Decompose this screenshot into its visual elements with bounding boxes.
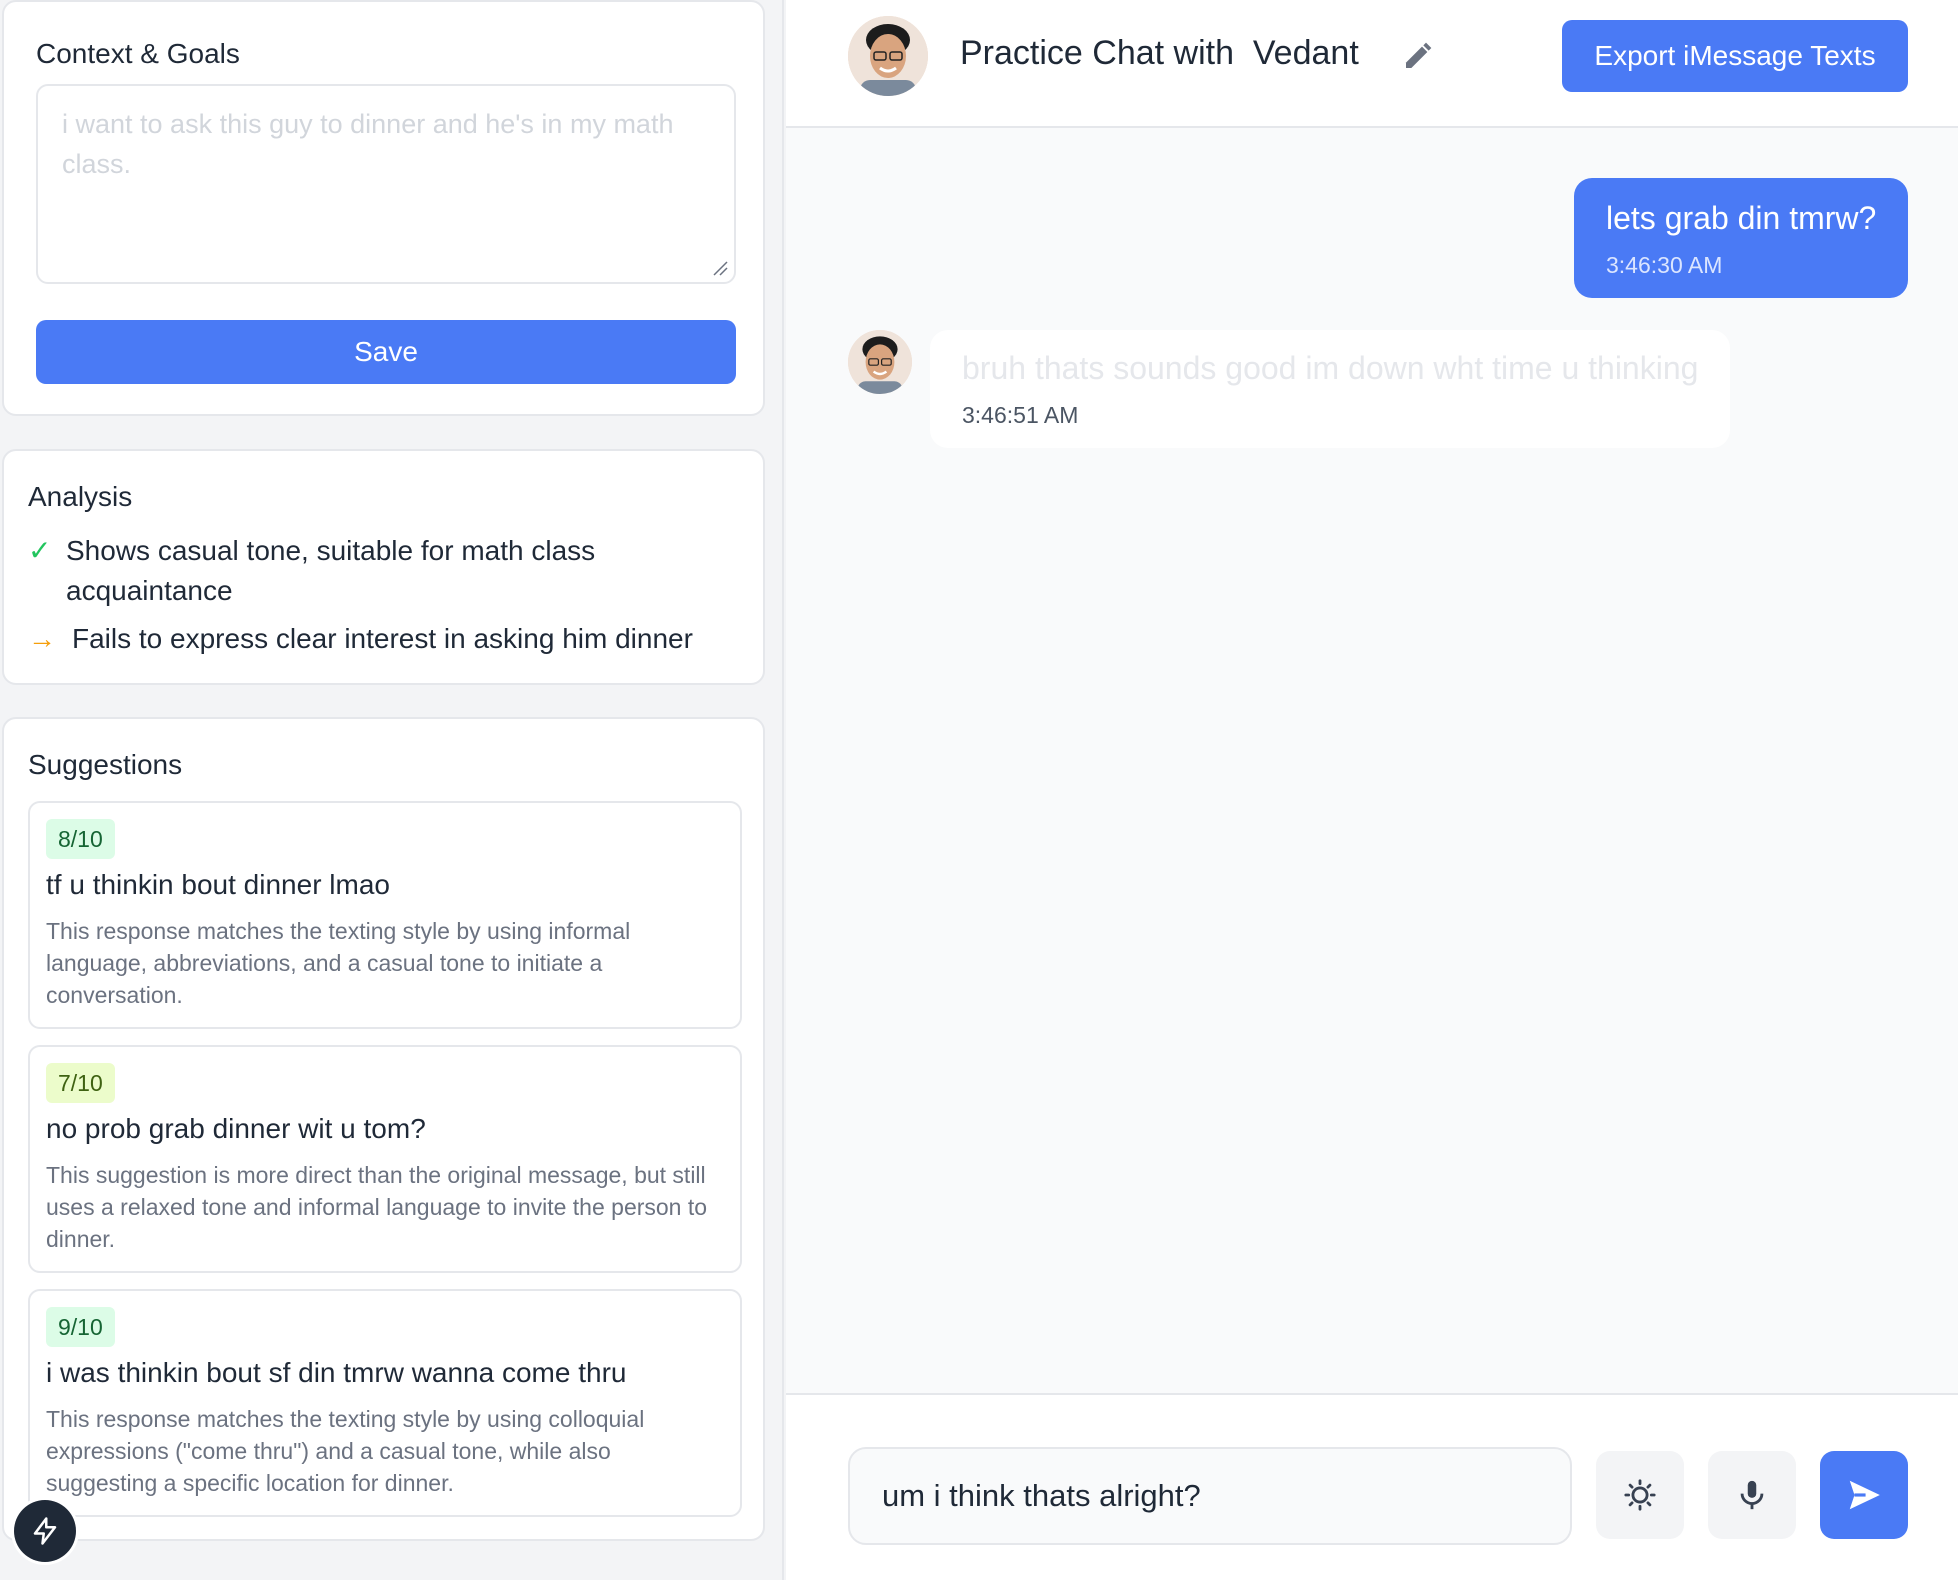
message-input[interactable]: um i think thats alright? xyxy=(848,1447,1572,1545)
suggestion-item[interactable]: 8/10 tf u thinkin bout dinner lmao This … xyxy=(28,801,742,1029)
mic-icon xyxy=(1740,1480,1764,1510)
suggestions-title: Suggestions xyxy=(28,749,183,780)
context-placeholder: i want to ask this guy to dinner and he'… xyxy=(62,109,674,179)
bolt-button[interactable] xyxy=(14,1500,76,1562)
chat-panel: Practice Chat with Vedant Export iMessag… xyxy=(786,0,1958,1580)
arrow-right-icon: → xyxy=(28,623,56,654)
message-text: bruh thats sounds good im down wht time … xyxy=(962,350,1699,386)
analysis-item: → Fails to express clear interest in ask… xyxy=(28,619,748,659)
suggestion-text: i was thinkin bout sf din tmrw wanna com… xyxy=(46,1357,627,1388)
suggestions-card: Suggestions 8/10 tf u thinkin bout dinne… xyxy=(2,717,765,1541)
suggestion-item[interactable]: 9/10 i was thinkin bout sf din tmrw wann… xyxy=(28,1289,742,1517)
bolt-icon xyxy=(33,1517,57,1545)
sun-icon xyxy=(1624,1479,1656,1511)
message-text: lets grab din tmrw? xyxy=(1606,200,1877,236)
suggestion-text: no prob grab dinner wit u tom? xyxy=(46,1113,426,1144)
chat-header: Practice Chat with Vedant Export iMessag… xyxy=(786,0,1958,128)
suggest-button[interactable] xyxy=(1596,1451,1684,1539)
avatar xyxy=(848,330,912,394)
context-goals-title: Context & Goals xyxy=(36,38,240,69)
suggestion-description: This response matches the texting style … xyxy=(46,1406,645,1496)
avatar xyxy=(848,16,928,96)
suggestion-description: This suggestion is more direct than the … xyxy=(46,1162,708,1252)
send-button[interactable] xyxy=(1820,1451,1908,1539)
analysis-title: Analysis xyxy=(28,481,133,512)
composer: um i think thats alright? xyxy=(786,1393,1958,1580)
chat-title: Practice Chat with Vedant xyxy=(960,34,1359,72)
score-badge: 9/10 xyxy=(46,1307,115,1347)
analysis-card: Analysis ✓ Shows casual tone, suitable f… xyxy=(2,449,765,685)
microphone-button[interactable] xyxy=(1708,1451,1796,1539)
resize-handle-icon[interactable] xyxy=(712,260,728,276)
save-button[interactable]: Save xyxy=(36,320,736,384)
left-panel: Context & Goals i want to ask this guy t… xyxy=(0,0,784,1580)
export-imessage-button[interactable]: Export iMessage Texts xyxy=(1562,20,1908,92)
message-outgoing: lets grab din tmrw? 3:46:30 AM xyxy=(1574,178,1908,298)
context-textarea[interactable]: i want to ask this guy to dinner and he'… xyxy=(36,84,736,284)
analysis-item-text: Shows casual tone, suitable for math cla… xyxy=(66,535,596,566)
analysis-item-text: Fails to express clear interest in askin… xyxy=(72,623,693,654)
analysis-item: ✓ Shows casual tone, suitable for math c… xyxy=(28,531,748,611)
avatar-image xyxy=(848,16,928,96)
suggestion-item[interactable]: 7/10 no prob grab dinner wit u tom? This… xyxy=(28,1045,742,1273)
analysis-item-text-cont: acquaintance xyxy=(66,575,233,606)
avatar-image xyxy=(848,330,912,394)
context-goals-card: Context & Goals i want to ask this guy t… xyxy=(2,0,765,416)
send-icon xyxy=(1849,1480,1880,1510)
suggestion-text: tf u thinkin bout dinner lmao xyxy=(46,869,390,900)
message-time: 3:46:51 AM xyxy=(962,402,1079,428)
check-icon: ✓ xyxy=(28,535,52,566)
message-time: 3:46:30 AM xyxy=(1606,252,1723,278)
score-badge: 8/10 xyxy=(46,819,115,859)
message-incoming: bruh thats sounds good im down wht time … xyxy=(930,330,1730,448)
score-badge: 7/10 xyxy=(46,1063,115,1103)
pencil-icon[interactable] xyxy=(1402,40,1434,72)
suggestion-description: This response matches the texting style … xyxy=(46,918,631,1008)
